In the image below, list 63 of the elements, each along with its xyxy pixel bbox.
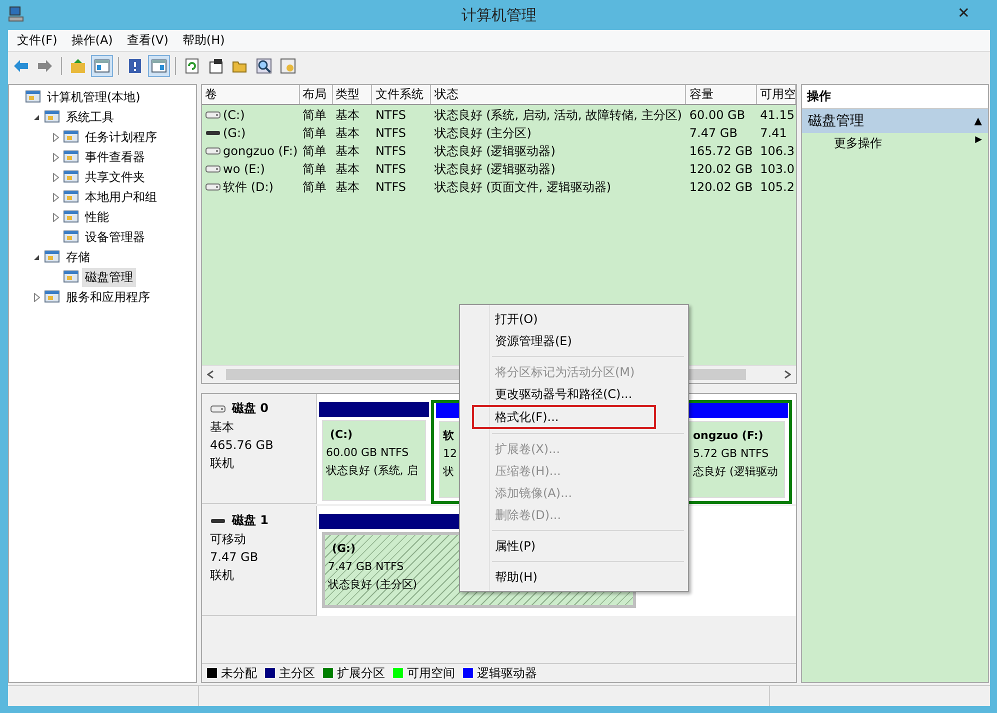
partition-status: 态良好 (逻辑驱动	[693, 464, 778, 480]
table-cell: 基本	[336, 106, 360, 124]
disk-info: 7.47 GB	[210, 549, 260, 565]
partition-size: 60.00 GB NTFS	[326, 445, 409, 461]
disk-info: 基本	[210, 419, 235, 435]
partition-status: 状态良好 (系统, 启	[326, 463, 418, 479]
legend-label: 未分配	[221, 664, 257, 682]
table-cell: 106.3	[760, 144, 794, 158]
section-title: 磁盘管理	[808, 112, 864, 130]
table-cell: 状态良好 (主分区)	[434, 124, 532, 142]
table-cell: NTFS	[375, 108, 406, 122]
table-cell: 7.47 GB	[689, 126, 738, 140]
legend-label: 可用空间	[407, 664, 455, 682]
table-cell: wo (E:)	[223, 162, 265, 176]
disk-info: 联机	[210, 455, 235, 471]
table-cell: 165.72 GB	[689, 144, 753, 158]
table-cell: 状态良好 (逻辑驱动器)	[434, 142, 556, 160]
partition-size: 12	[443, 446, 457, 462]
table-cell: 状态良好 (逻辑驱动器)	[434, 160, 556, 178]
table-cell: 简单	[302, 142, 327, 160]
partition-size: 7.47 GB NTFS	[328, 559, 404, 575]
table-cell: (C:)	[223, 108, 245, 122]
legend-label: 扩展分区	[337, 664, 385, 682]
table-cell: NTFS	[375, 126, 406, 140]
table-cell: 120.02 GB	[689, 180, 753, 194]
legend-label: 主分区	[279, 664, 315, 682]
partition-label: ongzuo (F:)	[693, 428, 764, 444]
table-cell: 简单	[302, 178, 327, 196]
disk-name: 磁盘 1	[232, 512, 269, 529]
partition-size: 5.72 GB NTFS	[693, 446, 769, 462]
table-cell: 41.15	[760, 108, 794, 122]
table-cell: 120.02 GB	[689, 162, 753, 176]
table-cell: 7.41	[760, 126, 787, 140]
disk-info: 联机	[210, 567, 235, 583]
actions-header: 操作	[802, 85, 988, 109]
disk-info: 465.76 GB	[210, 437, 274, 453]
table-cell: 软件 (D:)	[223, 178, 274, 196]
table-cell: 状态良好 (系统, 启动, 活动, 故障转储, 主分区)	[434, 106, 682, 124]
legend-label: 逻辑驱动器	[477, 664, 537, 682]
table-cell: 简单	[302, 124, 327, 142]
window-title: 计算机管理	[462, 6, 536, 24]
table-cell: 状态良好 (页面文件, 逻辑驱动器)	[434, 178, 612, 196]
table-cell: 基本	[336, 142, 360, 160]
disk-name: 磁盘 0	[232, 400, 269, 417]
table-cell: gongzuo (F:)	[223, 144, 298, 158]
table-cell: (G:)	[223, 126, 246, 140]
table-cell: 103.0	[760, 162, 794, 176]
table-cell: NTFS	[375, 180, 406, 194]
table-cell: NTFS	[375, 144, 406, 158]
partition-label: (C:)	[329, 427, 353, 443]
partition-status: 状态良好 (主分区)	[328, 577, 418, 593]
table-cell: NTFS	[375, 162, 406, 176]
partition-label: (G:)	[331, 541, 356, 557]
table-cell: 60.00 GB	[689, 108, 746, 122]
table-cell: 简单	[302, 106, 327, 124]
table-cell: 基本	[336, 178, 360, 196]
table-cell: 105.2	[760, 180, 794, 194]
table-cell: 基本	[336, 124, 360, 142]
table-cell: 基本	[336, 160, 360, 178]
partition-status: 状	[443, 464, 454, 480]
partition-label: 软	[443, 428, 454, 444]
disk-info: 可移动	[210, 531, 247, 547]
table-cell: 简单	[302, 160, 327, 178]
